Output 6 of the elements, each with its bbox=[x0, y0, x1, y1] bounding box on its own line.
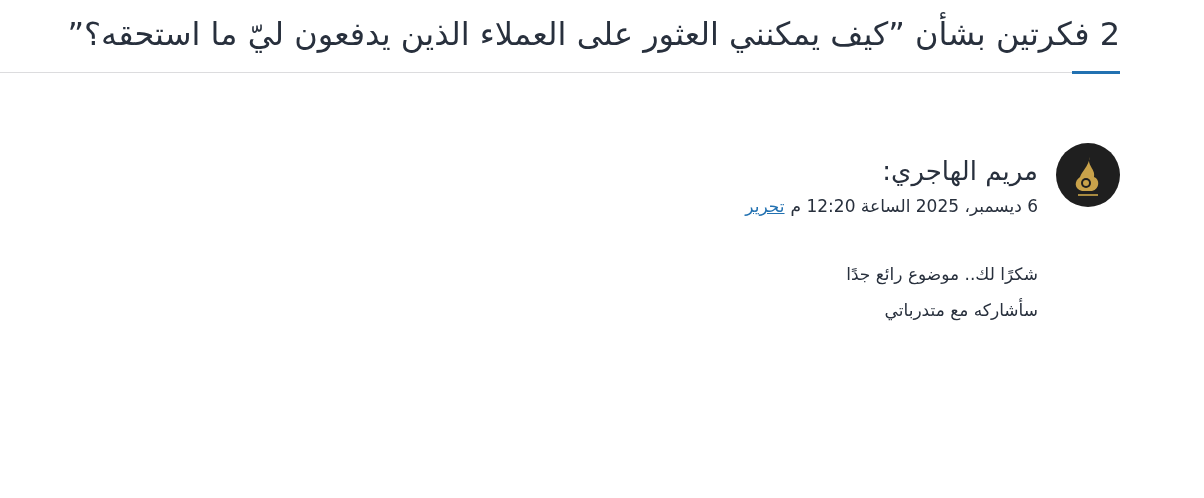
comment-text: سأشاركه مع متدرباتي bbox=[883, 300, 1038, 321]
comment-text: شكرًا لك.. موضوع رائع جدًا bbox=[845, 264, 1038, 285]
edit-link[interactable]: تحرير bbox=[745, 196, 785, 217]
comment-author: مريم الهاجري: bbox=[881, 154, 1038, 189]
comment-date[interactable]: 6 ديسمبر، 2025 الساعة 12:20 م bbox=[790, 196, 1038, 217]
post-title: 2 فكرتين بشأن ”كيف يمكنني العثور على العملاء الذين يدفعون ليّ ما استحقه؟” bbox=[0, 14, 1120, 56]
